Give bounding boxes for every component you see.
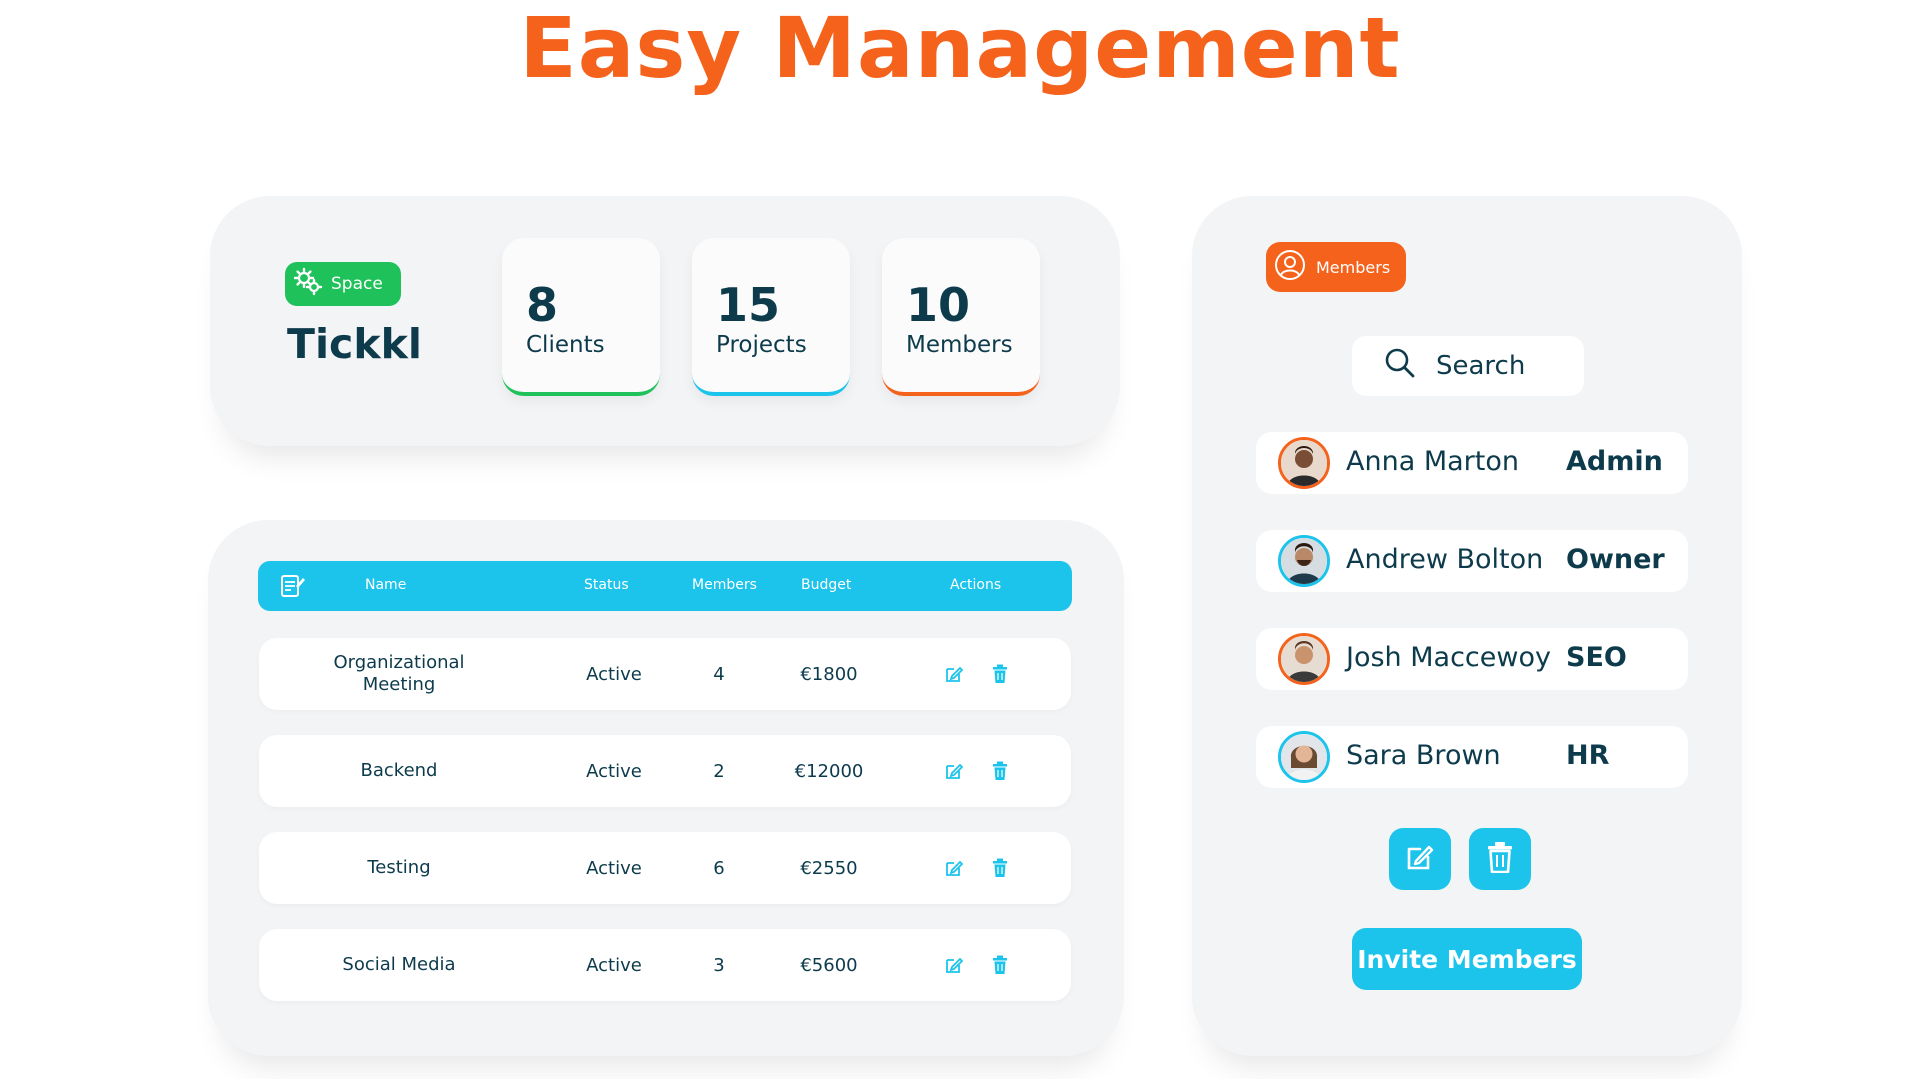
edit-icon[interactable]: [939, 735, 969, 807]
stat-card-clients[interactable]: 8 Clients: [502, 238, 660, 396]
row-budget: €1800: [800, 663, 858, 685]
stat-label: Clients: [526, 332, 605, 358]
delete-member-button[interactable]: [1469, 828, 1531, 890]
edit-icon[interactable]: [939, 929, 969, 1001]
row-budget: €12000: [794, 760, 864, 782]
trash-icon[interactable]: [985, 929, 1015, 1001]
stat-label: Members: [906, 332, 1013, 358]
table-row[interactable]: Social Media Active 3 €5600: [259, 929, 1071, 1001]
search-placeholder: Search: [1436, 351, 1526, 381]
column-header-name[interactable]: Name: [365, 577, 406, 593]
stat-value: 8: [526, 278, 559, 332]
space-badge[interactable]: Space: [285, 262, 401, 306]
edit-icon[interactable]: [939, 638, 969, 710]
stat-value: 15: [716, 278, 781, 332]
trash-icon[interactable]: [985, 735, 1015, 807]
member-name: Sara Brown: [1346, 740, 1501, 771]
table-row[interactable]: Testing Active 6 €2550: [259, 832, 1071, 904]
stat-card-projects[interactable]: 15 Projects: [692, 238, 850, 396]
table-row[interactable]: Organizational Meeting Active 4 €1800: [259, 638, 1071, 710]
column-header-budget[interactable]: Budget: [801, 577, 851, 593]
member-row[interactable]: Sara Brown HR: [1256, 726, 1688, 788]
row-status: Active: [586, 954, 642, 976]
stat-label: Projects: [716, 332, 807, 358]
member-search-input[interactable]: Search: [1352, 336, 1584, 396]
edit-member-button[interactable]: [1389, 828, 1451, 890]
member-role: HR: [1566, 740, 1610, 771]
row-name: Social Media: [342, 954, 456, 975]
row-budget: €2550: [800, 857, 858, 879]
edit-icon[interactable]: [939, 832, 969, 904]
row-budget: €5600: [800, 954, 858, 976]
column-header-status[interactable]: Status: [584, 577, 629, 593]
column-header-actions[interactable]: Actions: [950, 577, 1001, 593]
avatar: [1278, 633, 1330, 685]
stat-card-members[interactable]: 10 Members: [882, 238, 1040, 396]
user-icon: [1274, 249, 1306, 285]
member-role: SEO: [1566, 642, 1627, 673]
member-row[interactable]: Andrew Bolton Owner: [1256, 530, 1688, 592]
member-name: Andrew Bolton: [1346, 544, 1544, 575]
members-panel: [1192, 196, 1742, 1056]
avatar: [1278, 437, 1330, 489]
row-status: Active: [586, 857, 642, 879]
trash-icon: [1486, 841, 1514, 877]
stat-value: 10: [906, 278, 971, 332]
page-title: Easy Management: [519, 0, 1401, 97]
row-members: 2: [713, 760, 725, 782]
member-name: Anna Marton: [1346, 446, 1519, 477]
row-status: Active: [586, 663, 642, 685]
member-row[interactable]: Josh Maccewoy SEO: [1256, 628, 1688, 690]
row-members: 4: [713, 663, 725, 685]
member-role: Admin: [1566, 446, 1663, 477]
invite-members-button[interactable]: Invite Members: [1352, 928, 1582, 990]
row-name: Testing: [367, 857, 431, 878]
members-badge-label: Members: [1316, 257, 1391, 277]
edit-icon: [1404, 841, 1436, 877]
row-name: Organizational Meeting: [333, 652, 465, 695]
trash-icon[interactable]: [985, 638, 1015, 710]
member-name: Josh Maccewoy: [1346, 642, 1551, 673]
trash-icon[interactable]: [985, 832, 1015, 904]
search-icon: [1384, 347, 1416, 386]
row-members: 3: [713, 954, 725, 976]
table-header: Name Status Members Budget Actions: [258, 561, 1072, 611]
space-badge-label: Space: [331, 274, 383, 294]
avatar: [1278, 535, 1330, 587]
row-status: Active: [586, 760, 642, 782]
workspace-name: Tickkl: [287, 320, 422, 368]
column-header-members[interactable]: Members: [692, 577, 757, 593]
document-icon: [280, 572, 306, 604]
row-members: 6: [713, 857, 725, 879]
member-role: Owner: [1566, 544, 1665, 575]
gears-icon: [293, 267, 323, 302]
avatar: [1278, 731, 1330, 783]
member-row[interactable]: Anna Marton Admin: [1256, 432, 1688, 494]
table-row[interactable]: Backend Active 2 €12000: [259, 735, 1071, 807]
members-badge[interactable]: Members: [1266, 242, 1406, 292]
row-name: Backend: [360, 760, 438, 781]
